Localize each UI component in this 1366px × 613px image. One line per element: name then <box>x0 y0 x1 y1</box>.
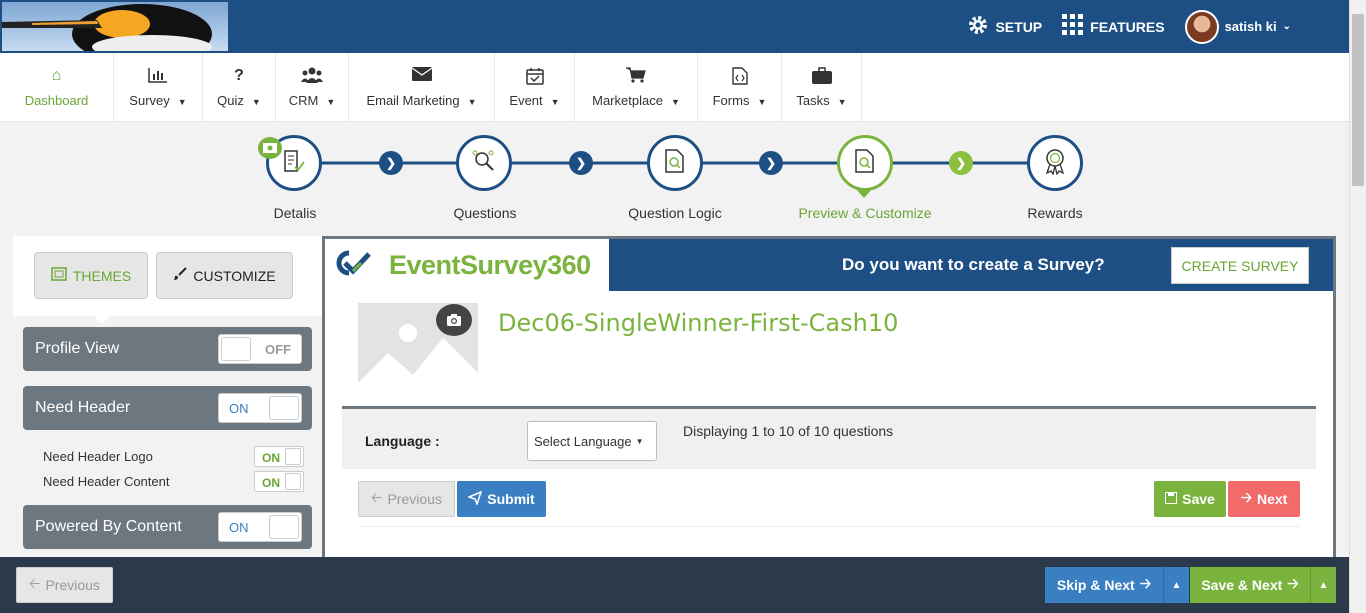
arrow-right-icon: 🡢 <box>1139 575 1152 591</box>
submit-button[interactable]: Submit <box>457 481 546 517</box>
caret-up-icon: ▲ <box>1171 579 1182 591</box>
submit-label: Submit <box>487 491 535 507</box>
step-label-questions: Questions <box>453 205 517 221</box>
save-next-dropdown[interactable]: ▲ <box>1310 567 1336 603</box>
eventsurvey360-logo: EventSurvey360 <box>325 239 609 291</box>
brand-name: EventSurvey360 <box>389 249 591 280</box>
footer-previous-label: Previous <box>45 577 100 593</box>
powered-by-toggle[interactable]: ON <box>218 512 302 542</box>
wizard-footer: 🡠 Previous Skip & Next 🡢 ▲ Save & Next 🡢… <box>0 557 1349 613</box>
document-search-icon <box>664 148 686 178</box>
document-preview-icon <box>854 148 876 178</box>
step-rewards[interactable] <box>1027 135 1083 191</box>
survey-preview: EventSurvey360 Do you want to create a S… <box>322 236 1336 557</box>
footer-previous-button[interactable]: 🡠 Previous <box>16 567 113 603</box>
next-button[interactable]: 🡢 Next <box>1228 481 1300 517</box>
need-header-logo-label: Need Header Logo <box>43 449 153 464</box>
need-header-content-toggle[interactable]: ON <box>254 471 304 492</box>
caret-up-icon: ▲ <box>1318 579 1329 591</box>
step-questions[interactable] <box>456 135 512 191</box>
question-count-text: Displaying 1 to 10 of 10 questions <box>683 423 894 439</box>
previous-label: Previous <box>387 491 442 507</box>
need-header-row: Need Header ON <box>23 386 312 430</box>
toggle-state: ON <box>229 401 249 416</box>
language-bar: Language : Select Language ▼ Displaying … <box>342 406 1316 469</box>
step-label-question-logic: Question Logic <box>628 205 722 221</box>
arrow-left-icon: 🡠 <box>29 575 41 591</box>
create-survey-prompt: Do you want to create a Survey? <box>842 255 1105 274</box>
profile-view-toggle[interactable]: OFF <box>218 334 302 364</box>
skip-next-button[interactable]: Skip & Next 🡢 <box>1045 567 1163 603</box>
save-next-button[interactable]: Save & Next 🡢 <box>1190 567 1310 603</box>
language-select-value: Select Language <box>534 433 632 449</box>
toggle-knob <box>221 337 251 361</box>
page-scrollbar[interactable] <box>1349 0 1366 613</box>
step-question-logic[interactable] <box>647 135 703 191</box>
need-header-logo-toggle[interactable]: ON <box>254 446 304 467</box>
scrollbar-thumb[interactable] <box>1352 14 1364 186</box>
need-header-content-label: Need Header Content <box>43 474 170 489</box>
paintbrush-icon <box>173 267 188 284</box>
toggle-state: ON <box>262 451 280 465</box>
step-label-preview-customize: Preview & Customize <box>798 205 932 221</box>
paper-plane-icon <box>467 490 483 508</box>
arrow-left-icon: 🡠 <box>371 489 383 505</box>
powered-by-row: Powered By Content ON <box>23 505 312 549</box>
active-step-pointer <box>856 189 872 198</box>
step-arrow-icon: ❯ <box>759 151 783 175</box>
step-label-rewards: Rewards <box>1027 205 1083 221</box>
toggle-knob <box>269 396 299 420</box>
skip-next-dropdown[interactable]: ▲ <box>1163 567 1189 603</box>
need-header-logo-row: Need Header Logo ON <box>13 444 322 469</box>
step-arrow-icon: ❯ <box>569 151 593 175</box>
save-next-label: Save & Next <box>1201 577 1283 593</box>
previous-button[interactable]: 🡠 Previous <box>358 481 455 517</box>
arrow-right-icon: 🡢 <box>1240 489 1252 505</box>
step-arrow-icon: ❯ <box>949 151 973 175</box>
document-edit-icon <box>282 149 306 178</box>
tab-customize-label: CUSTOMIZE <box>193 267 276 284</box>
camera-icon[interactable] <box>436 304 472 336</box>
survey-title: Dec06-SingleWinner-First-Cash10 <box>498 309 899 337</box>
need-header-content-row: Need Header Content ON <box>13 469 322 494</box>
toggle-knob <box>285 473 301 490</box>
need-header-toggle[interactable]: ON <box>218 393 302 423</box>
create-survey-button[interactable]: CREATE SURVEY <box>1171 247 1309 284</box>
toggle-state: ON <box>229 520 249 535</box>
step-preview-customize[interactable] <box>837 135 893 191</box>
checkmark-logo-icon <box>335 248 381 283</box>
image-frame-icon <box>51 267 67 284</box>
language-select[interactable]: Select Language ▼ <box>527 421 657 461</box>
award-ribbon-icon <box>1042 147 1068 180</box>
customize-panel: THEMES CUSTOMIZE Profile View OFF Need H… <box>13 236 322 557</box>
money-icon <box>258 137 282 159</box>
question-search-icon <box>471 148 497 179</box>
floppy-disk-icon <box>1165 491 1178 507</box>
panel-tabs: THEMES CUSTOMIZE <box>13 236 322 324</box>
next-label: Next <box>1257 491 1288 507</box>
caret-down-icon: ▼ <box>635 436 644 446</box>
preview-banner: EventSurvey360 Do you want to create a S… <box>325 239 1333 291</box>
profile-view-row: Profile View OFF <box>23 327 312 371</box>
tab-pointer <box>93 315 111 324</box>
arrow-right-icon: 🡢 <box>1287 575 1299 591</box>
toggle-state: ON <box>262 476 280 490</box>
language-label: Language : <box>365 433 440 449</box>
need-header-label: Need Header <box>35 399 131 416</box>
step-label-details: Detalis <box>273 205 317 221</box>
tab-themes[interactable]: THEMES <box>34 252 148 299</box>
tab-themes-label: THEMES <box>72 267 132 284</box>
save-label: Save <box>1182 491 1215 507</box>
toggle-knob <box>285 448 301 465</box>
tab-customize[interactable]: CUSTOMIZE <box>156 252 293 299</box>
toggle-knob <box>269 515 299 539</box>
step-arrow-icon: ❯ <box>379 151 403 175</box>
profile-view-label: Profile View <box>35 340 120 357</box>
powered-by-label: Powered By Content <box>35 518 182 535</box>
toggle-state: OFF <box>265 342 291 357</box>
divider <box>358 526 1300 527</box>
save-button[interactable]: Save <box>1154 481 1226 517</box>
skip-next-label: Skip & Next <box>1056 577 1135 593</box>
